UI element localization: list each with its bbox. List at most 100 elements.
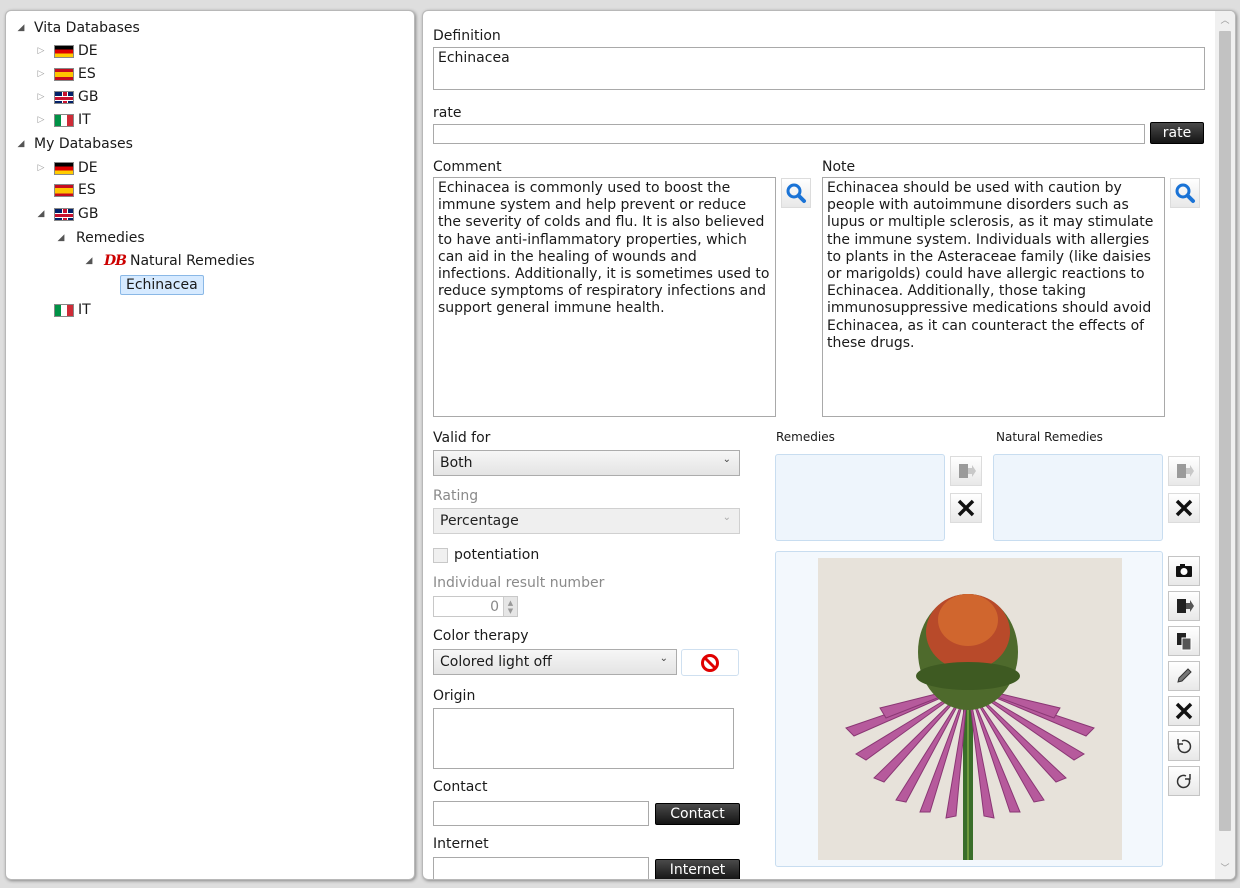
comment-search-button[interactable]: [781, 178, 811, 208]
select-value: Both: [440, 455, 473, 471]
tree-my-es[interactable]: ES: [54, 179, 96, 201]
magnifier-icon: [1175, 183, 1195, 203]
valid-for-label: Valid for: [433, 430, 491, 446]
tree-vita-es[interactable]: ▷ ES: [34, 63, 96, 85]
contact-button[interactable]: Contact: [655, 803, 740, 825]
rating-select: Percentage ⌄: [433, 508, 740, 534]
comment-label: Comment: [433, 159, 502, 175]
tree-remedies[interactable]: ◢ Remedies: [54, 227, 145, 249]
vertical-scrollbar[interactable]: ︿ ﹀: [1215, 11, 1235, 879]
image-paste-button[interactable]: [1168, 626, 1200, 656]
contact-field[interactable]: [433, 801, 649, 826]
chevron-down-icon: ⌄: [722, 454, 731, 465]
select-value: Colored light off: [440, 654, 552, 670]
prohibited-icon: [701, 653, 719, 672]
expanded-arrow-icon[interactable]: ◢: [14, 139, 28, 149]
expanded-arrow-icon[interactable]: ◢: [82, 256, 96, 266]
chevron-down-icon: ⌄: [659, 653, 668, 664]
internet-field[interactable]: [433, 857, 649, 879]
tree-vita-gb[interactable]: ▷ GB: [34, 86, 99, 108]
natural-remedies-remove-button[interactable]: [1168, 493, 1200, 523]
tree-my-it[interactable]: IT: [54, 299, 91, 321]
italy-flag-icon: [54, 303, 74, 317]
spain-flag-icon: [54, 183, 74, 197]
expanded-arrow-icon[interactable]: ◢: [14, 23, 28, 33]
remedies-remove-button[interactable]: [950, 493, 982, 523]
tree-selected-label[interactable]: Echinacea: [120, 275, 204, 295]
image-delete-button[interactable]: [1168, 696, 1200, 726]
valid-for-select[interactable]: Both ⌄: [433, 450, 740, 476]
color-therapy-label: Color therapy: [433, 628, 529, 644]
rotate-left-icon: [1177, 739, 1192, 754]
image-panel: [775, 551, 1163, 867]
note-search-button[interactable]: [1170, 178, 1200, 208]
collapsed-arrow-icon[interactable]: ▷: [34, 163, 48, 173]
export-icon: [1177, 599, 1194, 613]
database-tree[interactable]: ◢ Vita Databases ▷ DE ▷ ES ▷ GB ▷ IT ◢ M…: [5, 10, 415, 880]
germany-flag-icon: [54, 44, 74, 58]
tree-vita-it[interactable]: ▷ IT: [34, 109, 91, 131]
close-icon: [1175, 702, 1193, 720]
tree-natural-remedies[interactable]: ◢ DB Natural Remedies: [82, 250, 255, 272]
image-export-button[interactable]: [1168, 591, 1200, 621]
tree-echinacea[interactable]: Echinacea: [120, 274, 204, 296]
close-icon: [957, 499, 975, 517]
tree-label: IT: [78, 302, 91, 318]
rotate-right-icon: [1176, 774, 1191, 789]
camera-icon: [1176, 564, 1192, 577]
remedies-list[interactable]: [775, 454, 945, 541]
tree-label: DE: [78, 160, 98, 176]
definition-field[interactable]: Echinacea: [433, 47, 1205, 90]
stepper-value: 0: [490, 598, 499, 615]
no-color-button[interactable]: [681, 649, 739, 676]
tree-my-de[interactable]: ▷ DE: [34, 157, 98, 179]
magnifier-icon: [786, 183, 806, 203]
tree-vita-de[interactable]: ▷ DE: [34, 40, 98, 62]
image-edit-button[interactable]: [1168, 661, 1200, 691]
internet-label: Internet: [433, 836, 489, 852]
stepper-arrows-icon[interactable]: ▲ ▼: [503, 597, 517, 616]
rate-button[interactable]: rate: [1150, 122, 1204, 144]
tree-my-databases[interactable]: ◢ My Databases: [14, 133, 133, 155]
scrollbar-thumb[interactable]: [1219, 31, 1231, 831]
rate-field[interactable]: [433, 124, 1145, 144]
individual-result-stepper[interactable]: 0 ▲ ▼: [433, 596, 518, 617]
spain-flag-icon: [54, 67, 74, 81]
tree-label: GB: [78, 89, 99, 105]
potentiation-checkbox[interactable]: [433, 547, 448, 563]
potentiation-row: potentiation: [433, 547, 539, 563]
rotate-left-button[interactable]: [1168, 731, 1200, 761]
scroll-up-icon[interactable]: ︿: [1215, 13, 1235, 27]
comment-textarea[interactable]: Echinacea is commonly used to boost the …: [433, 177, 776, 417]
germany-flag-icon: [54, 161, 74, 175]
expanded-arrow-icon[interactable]: ◢: [34, 209, 48, 219]
tree-label: Vita Databases: [34, 20, 140, 36]
internet-button[interactable]: Internet: [655, 859, 740, 879]
tree-label: ES: [78, 66, 96, 82]
note-label: Note: [822, 159, 856, 175]
collapsed-arrow-icon[interactable]: ▷: [34, 92, 48, 102]
scroll-down-icon[interactable]: ﹀: [1215, 861, 1235, 875]
tree-vita-databases[interactable]: ◢ Vita Databases: [14, 17, 140, 39]
paste-icon: [1177, 633, 1192, 651]
definition-label: Definition: [433, 28, 501, 44]
chevron-down-icon: ⌄: [722, 512, 731, 523]
collapsed-arrow-icon[interactable]: ▷: [34, 115, 48, 125]
expanded-arrow-icon[interactable]: ◢: [54, 233, 68, 243]
potentiation-label: potentiation: [454, 547, 540, 563]
collapsed-arrow-icon[interactable]: ▷: [34, 69, 48, 79]
italy-flag-icon: [54, 113, 74, 127]
natural-remedies-list[interactable]: [993, 454, 1163, 541]
echinacea-flower-image: [818, 558, 1122, 860]
tree-label: ES: [78, 182, 96, 198]
remedies-import-button[interactable]: [950, 456, 982, 486]
collapsed-arrow-icon[interactable]: ▷: [34, 46, 48, 56]
export-icon: [1177, 464, 1194, 478]
color-therapy-select[interactable]: Colored light off ⌄: [433, 649, 677, 675]
natural-remedies-import-button[interactable]: [1168, 456, 1200, 486]
camera-button[interactable]: [1168, 556, 1200, 586]
origin-field[interactable]: [433, 708, 734, 769]
tree-my-gb[interactable]: ◢ GB: [34, 203, 99, 225]
rotate-right-button[interactable]: [1168, 766, 1200, 796]
note-textarea[interactable]: Echinacea should be used with caution by…: [822, 177, 1165, 417]
